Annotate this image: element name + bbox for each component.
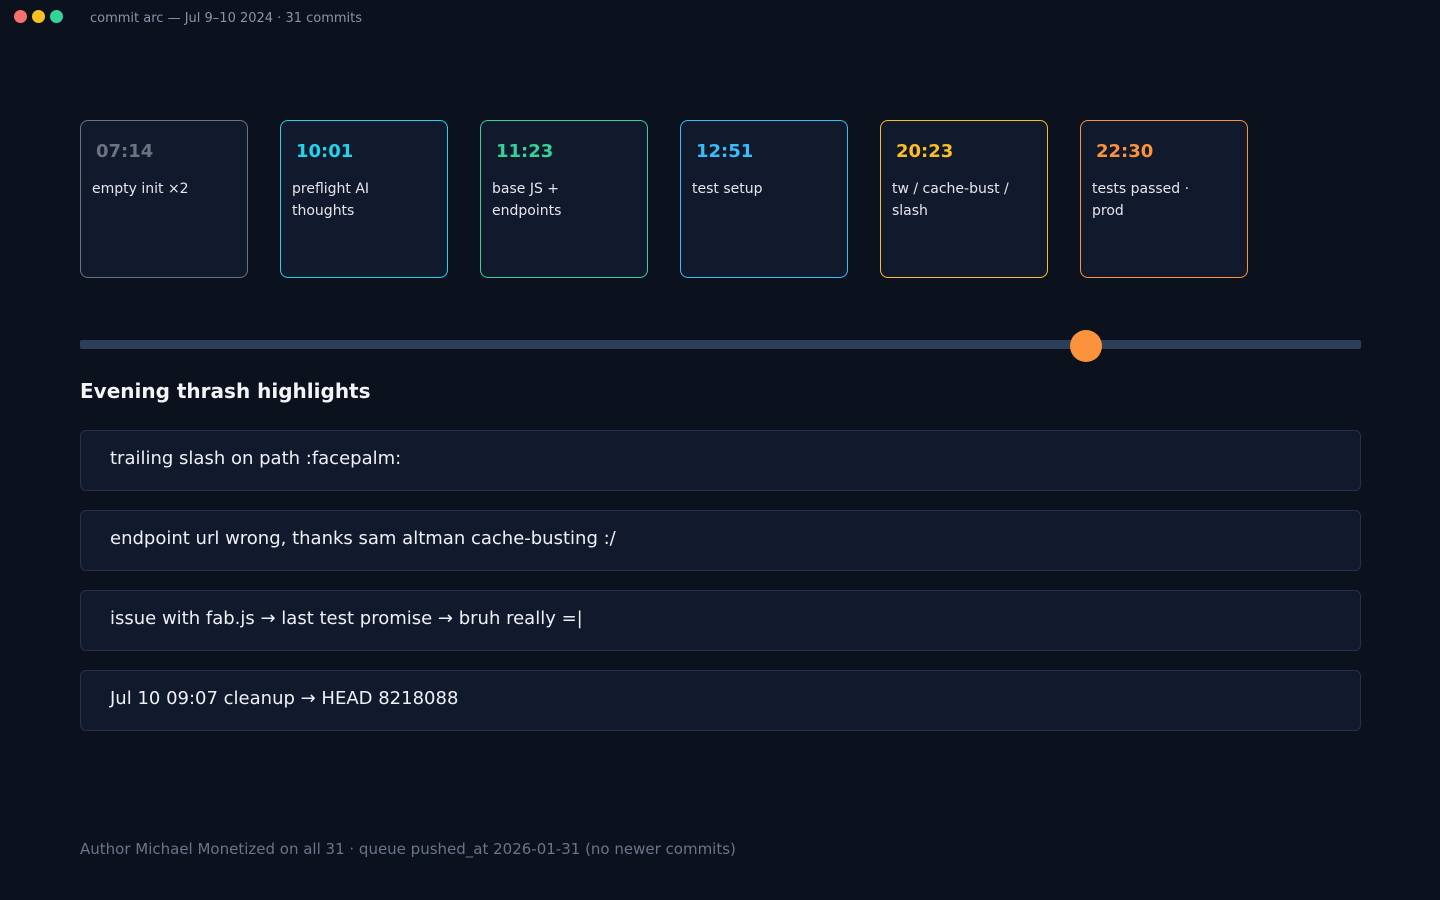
highlight-item[interactable]: trailing slash on path :facepalm: bbox=[80, 430, 1361, 491]
card-time: 20:23 bbox=[896, 141, 954, 162]
minimize-window-icon[interactable] bbox=[32, 10, 45, 23]
card-time: 22:30 bbox=[1096, 141, 1154, 162]
highlight-text: issue with fab.js → last test promise → … bbox=[110, 608, 583, 629]
timeline-card[interactable]: 22:30 tests passed · prod bbox=[1080, 120, 1248, 278]
card-description: tw / cache-bust / slash bbox=[892, 181, 1009, 219]
highlight-text: Jul 10 09:07 cleanup → HEAD 8218088 bbox=[110, 688, 459, 709]
close-window-icon[interactable] bbox=[14, 10, 27, 23]
title-bar: commit arc — Jul 9–10 2024 · 31 commits bbox=[0, 0, 1440, 36]
card-description: tests passed · prod bbox=[1092, 181, 1190, 219]
timeline-card[interactable]: 07:14 empty init ×2 bbox=[80, 120, 248, 278]
timeline-slider-thumb[interactable] bbox=[1069, 330, 1102, 362]
timeline-card[interactable]: 20:23 tw / cache-bust / slash bbox=[880, 120, 1048, 278]
highlight-item[interactable]: endpoint url wrong, thanks sam altman ca… bbox=[80, 510, 1361, 571]
timeline-slider-track[interactable] bbox=[80, 340, 1361, 349]
card-description: empty init ×2 bbox=[92, 181, 189, 197]
section-title: Evening thrash highlights bbox=[80, 379, 371, 403]
card-description: base JS + endpoints bbox=[492, 181, 562, 219]
card-time: 11:23 bbox=[496, 141, 554, 162]
window-title: commit arc — Jul 9–10 2024 · 31 commits bbox=[90, 11, 363, 26]
highlight-item[interactable]: issue with fab.js → last test promise → … bbox=[80, 590, 1361, 651]
card-description: preflight AI thoughts bbox=[292, 181, 370, 219]
timeline-card[interactable]: 10:01 preflight AI thoughts bbox=[280, 120, 448, 278]
highlight-text: endpoint url wrong, thanks sam altman ca… bbox=[110, 528, 616, 549]
maximize-window-icon[interactable] bbox=[50, 10, 63, 23]
footer-note: Author Michael Monetized on all 31 · que… bbox=[80, 840, 736, 858]
card-time: 07:14 bbox=[96, 141, 154, 162]
highlight-text: trailing slash on path :facepalm: bbox=[110, 448, 402, 469]
timeline-card[interactable]: 12:51 test setup bbox=[680, 120, 848, 278]
timeline-card[interactable]: 11:23 base JS + endpoints bbox=[480, 120, 648, 278]
card-description: test setup bbox=[692, 181, 763, 197]
card-time: 10:01 bbox=[296, 141, 354, 162]
card-time: 12:51 bbox=[696, 141, 754, 162]
highlight-item[interactable]: Jul 10 09:07 cleanup → HEAD 8218088 bbox=[80, 670, 1361, 731]
